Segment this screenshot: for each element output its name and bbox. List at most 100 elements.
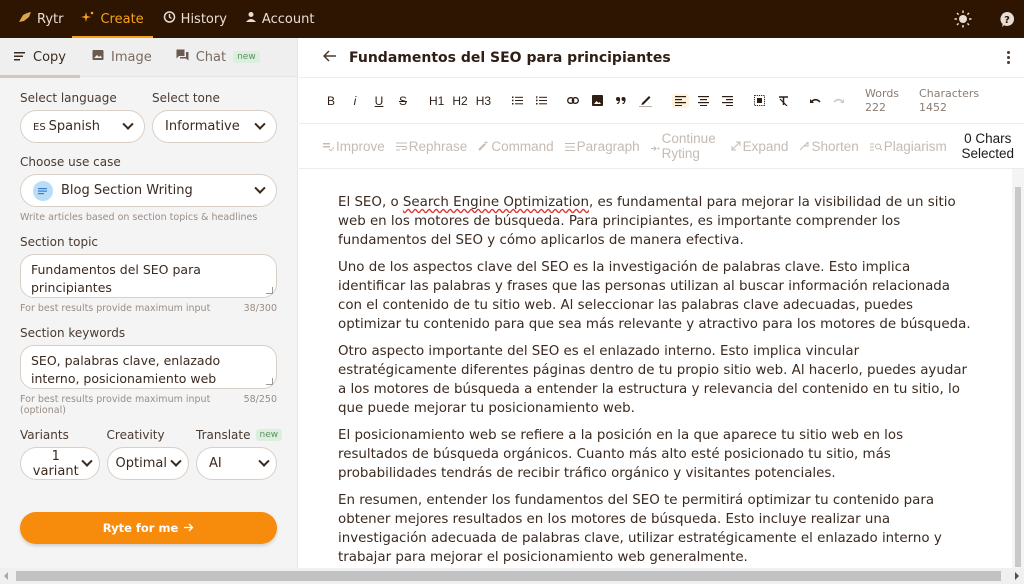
rytr-logo-icon [18, 11, 32, 27]
paragraph: El posicionamiento web se refiere a la p… [338, 428, 904, 481]
numbered-list-icon[interactable] [535, 96, 547, 105]
language-flag: ES [33, 122, 46, 133]
image-icon [92, 49, 104, 65]
word-count: Words 222 [865, 87, 899, 115]
char-count: Characters 1452 [919, 87, 979, 115]
continue-ryting-label: Continue Ryting [661, 131, 716, 161]
svg-text:?: ? [1004, 15, 1010, 26]
translate-select[interactable]: AI [196, 447, 277, 480]
document-header: Fundamentos del SEO para principiantes [299, 38, 1024, 78]
command-button[interactable]: Command [478, 139, 554, 154]
clear-format-icon[interactable] [777, 95, 789, 106]
variants-value: 1 variant [32, 448, 79, 479]
nav-history[interactable]: History [153, 0, 236, 38]
shorten-icon [799, 139, 809, 154]
continue-icon [650, 139, 660, 154]
expand-label: Expand [742, 138, 789, 154]
chevron-down-icon [258, 455, 270, 467]
lines-icon [14, 50, 26, 65]
keywords-count: 58/250 [243, 394, 277, 405]
chevron-down-icon [254, 182, 266, 194]
keywords-label: Section keywords [20, 326, 126, 340]
creativity-select[interactable]: Optimal [106, 447, 189, 480]
scroll-left-icon[interactable] [4, 572, 8, 580]
usecase-label: Choose use case [20, 155, 121, 169]
select-all-icon[interactable] [753, 95, 765, 106]
align-center-icon[interactable] [697, 95, 709, 106]
italic-button[interactable]: i [349, 94, 361, 108]
help-icon[interactable]: ? [998, 10, 1016, 28]
tone-select[interactable]: Informative [152, 110, 277, 143]
new-badge: new [255, 429, 283, 441]
language-select[interactable]: ES Spanish [20, 110, 145, 143]
scroll-right-icon[interactable] [1015, 572, 1019, 580]
improve-button[interactable]: Improve [323, 139, 385, 154]
paragraph-button[interactable]: Paragraph [564, 139, 640, 154]
align-left-icon[interactable] [672, 93, 690, 108]
characters-label: Characters [919, 86, 980, 100]
h3-button[interactable]: H3 [476, 94, 491, 108]
sparkle-icon [81, 10, 95, 28]
chevron-down-icon [254, 118, 266, 130]
continue-ryting-button[interactable]: Continue Ryting [650, 131, 720, 161]
copy-form: Select language ES Spanish Select tone In… [0, 77, 297, 544]
arrow-right-icon [184, 521, 194, 535]
document-body[interactable]: El SEO, o Search Engine Optimization, es… [299, 169, 1011, 568]
quote-icon[interactable] [615, 97, 627, 104]
strikethrough-button[interactable]: S [397, 94, 409, 108]
align-right-icon[interactable] [721, 95, 733, 106]
nav-account[interactable]: Account [236, 0, 324, 38]
bold-button[interactable]: B [325, 94, 337, 108]
top-nav: Rytr Create History Account ? [0, 0, 1024, 38]
back-arrow-icon[interactable] [322, 49, 337, 66]
topic-hint: For best results provide maximum input [20, 303, 211, 314]
language-value: Spanish [48, 119, 101, 134]
translate-label: Translate [196, 428, 251, 442]
bullet-list-icon[interactable] [511, 96, 523, 105]
scrollbar-thumb[interactable] [1015, 187, 1021, 567]
tab-image-label: Image [110, 49, 152, 65]
vertical-scrollbar[interactable] [1012, 169, 1024, 568]
underline-button[interactable]: U [373, 94, 385, 108]
nav-create[interactable]: Create [72, 0, 153, 38]
undo-icon[interactable] [809, 97, 821, 105]
h2-button[interactable]: H2 [452, 94, 467, 108]
brand-logo[interactable]: Rytr [0, 0, 72, 38]
h1-button[interactable]: H1 [429, 94, 444, 108]
sun-icon[interactable] [954, 10, 972, 28]
tone-value: Informative [165, 119, 240, 134]
scrollbar-thumb[interactable] [16, 571, 1001, 581]
topic-textarea[interactable]: Fundamentos del SEO para principiantes [20, 254, 277, 298]
image-insert-icon[interactable] [591, 95, 603, 106]
horizontal-scrollbar[interactable] [0, 568, 1024, 584]
plagiarism-button[interactable]: Plagiarism [869, 139, 947, 154]
nav-account-label: Account [261, 11, 315, 27]
variants-label: Variants [20, 428, 69, 442]
chars-selected-count: 0 Chars [964, 131, 1012, 146]
variants-select[interactable]: 1 variant [20, 447, 100, 480]
editor-panel: Fundamentos del SEO para principiantes B… [299, 38, 1024, 568]
link-icon[interactable] [567, 97, 579, 104]
tone-label: Select tone [152, 91, 220, 105]
tab-chat[interactable]: Chat new [164, 38, 272, 77]
tab-image[interactable]: Image [80, 38, 164, 77]
shorten-button[interactable]: Shorten [799, 139, 859, 154]
more-options-icon[interactable] [1007, 51, 1010, 64]
paragraph: En resumen, entender los fundamentos del… [338, 493, 942, 565]
tab-copy-label: Copy [33, 49, 66, 65]
keywords-textarea[interactable]: SEO, palabras clave, enlazado interno, p… [20, 345, 277, 389]
rephrase-button[interactable]: Rephrase [395, 139, 467, 154]
tab-copy[interactable]: Copy [0, 38, 80, 78]
history-icon [162, 10, 176, 28]
expand-button[interactable]: Expand [731, 138, 789, 154]
ryte-for-me-button[interactable]: Ryte for me [20, 512, 277, 544]
ai-actions-bar: Improve Rephrase Command Paragraph Conti… [299, 124, 1024, 169]
paragraph-text: El SEO, o [338, 195, 403, 210]
chevron-down-icon [80, 455, 93, 467]
highlight-pen-icon[interactable] [639, 94, 653, 107]
nav-create-label: Create [100, 11, 144, 27]
usecase-select[interactable]: Blog Section Writing [20, 174, 277, 207]
ryte-button-label: Ryte for me [102, 521, 179, 535]
redo-icon[interactable] [833, 97, 845, 105]
nav-history-label: History [180, 11, 227, 27]
